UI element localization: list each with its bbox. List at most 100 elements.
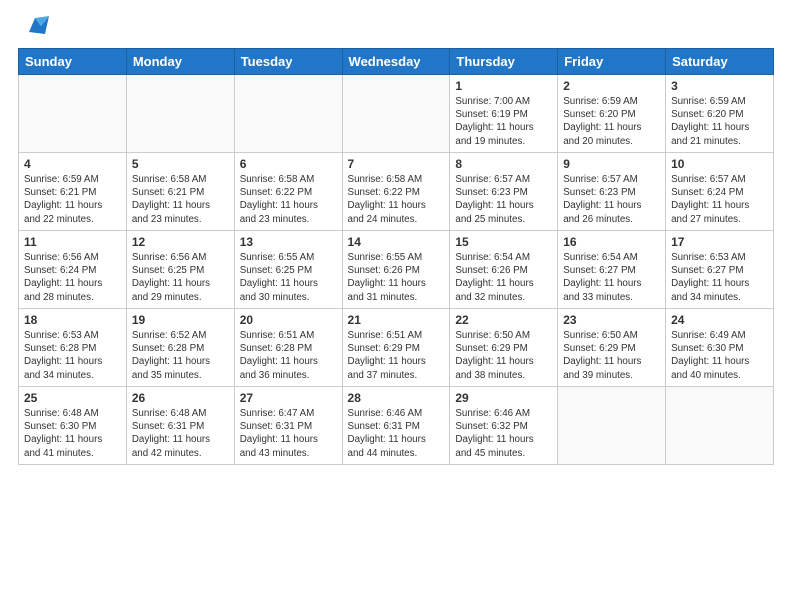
logo [18,16,49,40]
calendar-cell: 7 Sunrise: 6:58 AM Sunset: 6:22 PM Daylig… [342,153,450,231]
calendar-cell: 5 Sunrise: 6:58 AM Sunset: 6:21 PM Daylig… [126,153,234,231]
day-number: 15 [455,235,552,249]
weekday-header-thursday: Thursday [450,49,558,75]
day-info: Sunrise: 6:51 AM Sunset: 6:28 PM Dayligh… [240,329,337,382]
day-info: Sunrise: 6:49 AM Sunset: 6:30 PM Dayligh… [671,329,768,382]
day-number: 11 [24,235,121,249]
day-number: 7 [348,157,445,171]
calendar-cell: 29Sunrise: 6:46 AM Sunset: 6:32 PM Dayli… [450,387,558,465]
day-info: Sunrise: 7:00 AM Sunset: 6:19 PM Dayligh… [455,95,552,148]
day-number: 29 [455,391,552,405]
day-number: 2 [563,79,660,93]
calendar-cell: 9 Sunrise: 6:57 AM Sunset: 6:23 PM Daylig… [558,153,666,231]
calendar-cell: 15 Sunrise: 6:54 AM Sunset: 6:26 PM Dayli… [450,231,558,309]
day-info: Sunrise: 6:59 AM Sunset: 6:21 PM Dayligh… [24,173,121,226]
calendar-cell [666,387,774,465]
day-number: 5 [132,157,229,171]
day-info: Sunrise: 6:54 AM Sunset: 6:27 PM Dayligh… [563,251,660,304]
page: SundayMondayTuesdayWednesdayThursdayFrid… [0,0,792,612]
calendar-cell: 18 Sunrise: 6:53 AM Sunset: 6:28 PM Dayli… [19,309,127,387]
day-info: Sunrise: 6:58 AM Sunset: 6:22 PM Dayligh… [240,173,337,226]
day-number: 26 [132,391,229,405]
day-info: Sunrise: 6:58 AM Sunset: 6:22 PM Dayligh… [348,173,445,226]
day-number: 19 [132,313,229,327]
day-info: Sunrise: 6:58 AM Sunset: 6:21 PM Dayligh… [132,173,229,226]
day-info: Sunrise: 6:56 AM Sunset: 6:24 PM Dayligh… [24,251,121,304]
logo-bird-icon [21,12,49,40]
day-number: 1 [455,79,552,93]
day-number: 28 [348,391,445,405]
weekday-header-friday: Friday [558,49,666,75]
day-number: 22 [455,313,552,327]
day-number: 24 [671,313,768,327]
calendar-week-row: 1 Sunrise: 7:00 AM Sunset: 6:19 PM Daylig… [19,75,774,153]
calendar-week-row: 11 Sunrise: 6:56 AM Sunset: 6:24 PM Dayli… [19,231,774,309]
calendar-cell: 13 Sunrise: 6:55 AM Sunset: 6:25 PM Dayli… [234,231,342,309]
weekday-header-wednesday: Wednesday [342,49,450,75]
day-number: 3 [671,79,768,93]
day-info: Sunrise: 6:50 AM Sunset: 6:29 PM Dayligh… [563,329,660,382]
calendar-week-row: 4 Sunrise: 6:59 AM Sunset: 6:21 PM Daylig… [19,153,774,231]
weekday-header-saturday: Saturday [666,49,774,75]
calendar-week-row: 18 Sunrise: 6:53 AM Sunset: 6:28 PM Dayli… [19,309,774,387]
day-info: Sunrise: 6:51 AM Sunset: 6:29 PM Dayligh… [348,329,445,382]
calendar-cell [342,75,450,153]
day-number: 14 [348,235,445,249]
calendar-cell: 6Sunrise: 6:58 AM Sunset: 6:22 PM Daylig… [234,153,342,231]
calendar-cell: 28 Sunrise: 6:46 AM Sunset: 6:31 PM Dayli… [342,387,450,465]
day-info: Sunrise: 6:52 AM Sunset: 6:28 PM Dayligh… [132,329,229,382]
calendar-cell: 2 Sunrise: 6:59 AM Sunset: 6:20 PM Daylig… [558,75,666,153]
calendar-cell: 19 Sunrise: 6:52 AM Sunset: 6:28 PM Dayli… [126,309,234,387]
day-info: Sunrise: 6:59 AM Sunset: 6:20 PM Dayligh… [563,95,660,148]
day-info: Sunrise: 6:50 AM Sunset: 6:29 PM Dayligh… [455,329,552,382]
calendar-cell: 12Sunrise: 6:56 AM Sunset: 6:25 PM Dayli… [126,231,234,309]
calendar-cell: 22 Sunrise: 6:50 AM Sunset: 6:29 PM Dayli… [450,309,558,387]
calendar-cell [558,387,666,465]
calendar-cell: 4 Sunrise: 6:59 AM Sunset: 6:21 PM Daylig… [19,153,127,231]
day-number: 27 [240,391,337,405]
calendar-cell [234,75,342,153]
calendar-cell: 17Sunrise: 6:53 AM Sunset: 6:27 PM Dayli… [666,231,774,309]
calendar-cell: 23 Sunrise: 6:50 AM Sunset: 6:29 PM Dayli… [558,309,666,387]
day-number: 23 [563,313,660,327]
calendar-cell: 8 Sunrise: 6:57 AM Sunset: 6:23 PM Daylig… [450,153,558,231]
day-info: Sunrise: 6:53 AM Sunset: 6:28 PM Dayligh… [24,329,121,382]
calendar-cell: 16 Sunrise: 6:54 AM Sunset: 6:27 PM Dayli… [558,231,666,309]
day-number: 20 [240,313,337,327]
day-info: Sunrise: 6:57 AM Sunset: 6:23 PM Dayligh… [563,173,660,226]
day-number: 21 [348,313,445,327]
calendar-cell: 20 Sunrise: 6:51 AM Sunset: 6:28 PM Dayli… [234,309,342,387]
header [18,16,774,40]
day-number: 25 [24,391,121,405]
weekday-header-sunday: Sunday [19,49,127,75]
calendar-cell: 3 Sunrise: 6:59 AM Sunset: 6:20 PM Daylig… [666,75,774,153]
day-info: Sunrise: 6:57 AM Sunset: 6:24 PM Dayligh… [671,173,768,226]
calendar-cell: 24 Sunrise: 6:49 AM Sunset: 6:30 PM Dayli… [666,309,774,387]
calendar-cell: 25Sunrise: 6:48 AM Sunset: 6:30 PM Dayli… [19,387,127,465]
day-number: 13 [240,235,337,249]
day-number: 4 [24,157,121,171]
day-info: Sunrise: 6:57 AM Sunset: 6:23 PM Dayligh… [455,173,552,226]
weekday-header-monday: Monday [126,49,234,75]
calendar-cell: 26 Sunrise: 6:48 AM Sunset: 6:31 PM Dayli… [126,387,234,465]
day-info: Sunrise: 6:56 AM Sunset: 6:25 PM Dayligh… [132,251,229,304]
day-info: Sunrise: 6:47 AM Sunset: 6:31 PM Dayligh… [240,407,337,460]
calendar-header-row: SundayMondayTuesdayWednesdayThursdayFrid… [19,49,774,75]
calendar-table: SundayMondayTuesdayWednesdayThursdayFrid… [18,48,774,465]
day-number: 9 [563,157,660,171]
day-number: 16 [563,235,660,249]
day-number: 18 [24,313,121,327]
day-info: Sunrise: 6:55 AM Sunset: 6:25 PM Dayligh… [240,251,337,304]
calendar-cell [126,75,234,153]
calendar-week-row: 25Sunrise: 6:48 AM Sunset: 6:30 PM Dayli… [19,387,774,465]
day-number: 8 [455,157,552,171]
calendar-cell: 14Sunrise: 6:55 AM Sunset: 6:26 PM Dayli… [342,231,450,309]
calendar-cell: 11 Sunrise: 6:56 AM Sunset: 6:24 PM Dayli… [19,231,127,309]
day-info: Sunrise: 6:54 AM Sunset: 6:26 PM Dayligh… [455,251,552,304]
day-info: Sunrise: 6:59 AM Sunset: 6:20 PM Dayligh… [671,95,768,148]
weekday-header-tuesday: Tuesday [234,49,342,75]
day-number: 17 [671,235,768,249]
day-info: Sunrise: 6:46 AM Sunset: 6:31 PM Dayligh… [348,407,445,460]
day-info: Sunrise: 6:48 AM Sunset: 6:31 PM Dayligh… [132,407,229,460]
calendar-cell: 21 Sunrise: 6:51 AM Sunset: 6:29 PM Dayli… [342,309,450,387]
